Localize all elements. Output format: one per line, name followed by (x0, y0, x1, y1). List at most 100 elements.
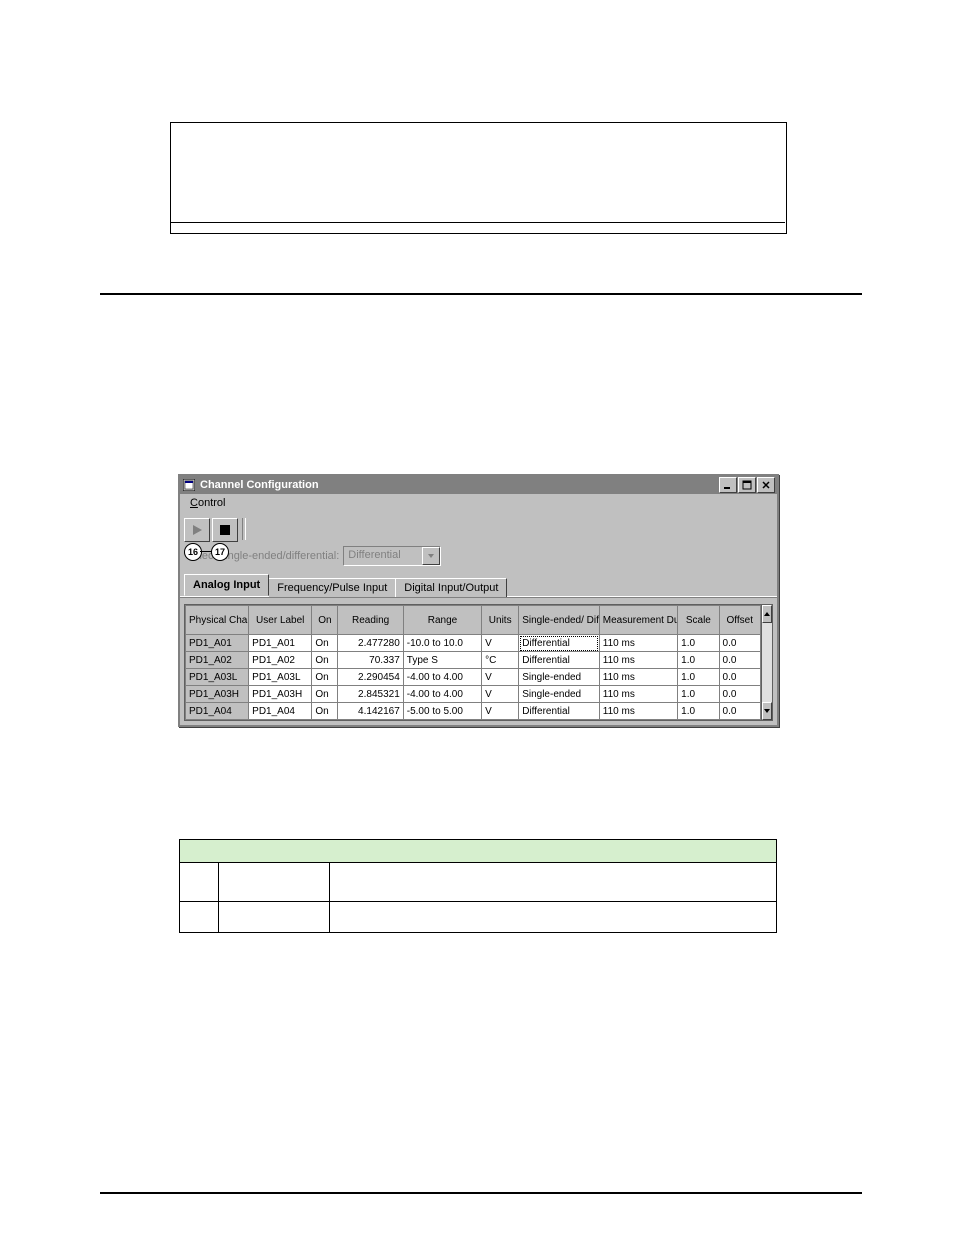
cell-reading[interactable]: 2.290454 (338, 669, 403, 686)
col-reading[interactable]: Reading (338, 606, 403, 635)
cell-single-diff[interactable]: Differential (519, 703, 600, 720)
col-offset[interactable]: Offset (719, 606, 760, 635)
chevron-down-icon (763, 707, 771, 715)
cell-physical-channel[interactable]: PD1_A02 (186, 652, 249, 669)
cell-physical-channel[interactable]: PD1_A04 (186, 703, 249, 720)
col-single-diff[interactable]: Single-ended/ Differential (519, 606, 600, 635)
col-scale[interactable]: Scale (678, 606, 719, 635)
titlebar[interactable]: Channel Configuration (180, 476, 777, 494)
select-single-diff-combo[interactable]: Differential (343, 546, 441, 566)
cell-on[interactable]: On (312, 686, 338, 703)
cell-on[interactable]: On (312, 703, 338, 720)
col-user-label[interactable]: User Label (249, 606, 312, 635)
cell-reading[interactable]: 70.337 (338, 652, 403, 669)
cell-range[interactable]: -10.0 to 10.0 (403, 635, 481, 652)
callout-16: 16 (184, 543, 202, 561)
cell-scale[interactable]: 1.0 (678, 635, 719, 652)
play-button[interactable] (184, 518, 210, 542)
cell-scale[interactable]: 1.0 (678, 669, 719, 686)
cell-scale[interactable]: 1.0 (678, 686, 719, 703)
cell-reading[interactable]: 2.477280 (338, 635, 403, 652)
cell-scale[interactable]: 1.0 (678, 703, 719, 720)
cell-meas-duration[interactable]: 110 ms (599, 635, 677, 652)
cell-on[interactable]: On (312, 652, 338, 669)
cell-reading[interactable]: 4.142167 (338, 703, 403, 720)
menubar: Control (180, 494, 777, 514)
grid-header-row: Physical Channel User Label On Reading R… (186, 606, 761, 635)
toolbar-separator (242, 518, 246, 540)
doc-hline-2 (100, 1192, 862, 1194)
table-row[interactable]: PD1_A04PD1_A04On4.142167-5.00 to 5.00VDi… (186, 703, 761, 720)
cell-range[interactable]: -5.00 to 5.00 (403, 703, 481, 720)
channel-grid[interactable]: Physical Channel User Label On Reading R… (184, 604, 762, 721)
cell-single-diff[interactable]: Single-ended (519, 669, 600, 686)
cell-meas-duration[interactable]: 110 ms (599, 703, 677, 720)
scroll-up-button[interactable] (762, 605, 772, 623)
cell-physical-channel[interactable]: PD1_A03H (186, 686, 249, 703)
stop-button[interactable] (212, 518, 238, 542)
maximize-button[interactable] (738, 477, 756, 493)
cell-user-label[interactable]: PD1_A01 (249, 635, 312, 652)
cell-offset[interactable]: 0.0 (719, 669, 760, 686)
col-range[interactable]: Range (403, 606, 481, 635)
cell-units[interactable]: V (482, 669, 519, 686)
cell-reading[interactable]: 2.845321 (338, 686, 403, 703)
cell-single-diff[interactable]: Differential (519, 652, 600, 669)
cell-offset[interactable]: 0.0 (719, 686, 760, 703)
cell-range[interactable]: -4.00 to 4.00 (403, 686, 481, 703)
grid-scrollbar[interactable] (762, 604, 773, 721)
cell-offset[interactable]: 0.0 (719, 652, 760, 669)
cell-user-label[interactable]: PD1_A03L (249, 669, 312, 686)
menu-control[interactable]: Control (186, 496, 229, 510)
cell-on[interactable]: On (312, 669, 338, 686)
cell-units[interactable]: V (482, 703, 519, 720)
table-row[interactable]: PD1_A02PD1_A02On70.337Type S°CDifferenti… (186, 652, 761, 669)
cell-meas-duration[interactable]: 110 ms (599, 652, 677, 669)
cell-scale[interactable]: 1.0 (678, 652, 719, 669)
tab-frequency-pulse-input[interactable]: Frequency/Pulse Input (268, 578, 396, 597)
doc-table-outline (179, 839, 777, 933)
select-single-diff-value: Differential (344, 547, 422, 565)
cell-user-label[interactable]: PD1_A02 (249, 652, 312, 669)
cell-single-diff[interactable]: Single-ended (519, 686, 600, 703)
scroll-down-button[interactable] (762, 702, 772, 720)
tab-analog-input[interactable]: Analog Input (184, 574, 269, 596)
col-on[interactable]: On (312, 606, 338, 635)
table-row[interactable]: PD1_A03LPD1_A03LOn2.290454-4.00 to 4.00V… (186, 669, 761, 686)
cell-user-label[interactable]: PD1_A04 (249, 703, 312, 720)
cell-range[interactable]: -4.00 to 4.00 (403, 669, 481, 686)
scroll-track[interactable] (762, 623, 772, 702)
system-menu-icon[interactable] (182, 478, 196, 492)
tabpage-analog-input: Physical Channel User Label On Reading R… (180, 597, 777, 725)
table-row[interactable]: PD1_A03HPD1_A03HOn2.845321-4.00 to 4.00V… (186, 686, 761, 703)
close-button[interactable] (757, 477, 775, 493)
cell-on[interactable]: On (312, 635, 338, 652)
chevron-down-icon (422, 547, 440, 565)
toolbar: 16 17 (180, 514, 777, 544)
tab-digital-io[interactable]: Digital Input/Output (395, 578, 507, 597)
cell-units[interactable]: V (482, 635, 519, 652)
col-physical-channel[interactable]: Physical Channel (186, 606, 249, 635)
col-meas-dur[interactable]: Measurement Duration (599, 606, 677, 635)
cell-units[interactable]: °C (482, 652, 519, 669)
cell-offset[interactable]: 0.0 (719, 635, 760, 652)
cell-units[interactable]: V (482, 686, 519, 703)
channel-configuration-window: Channel Configuration Control 16 1 (178, 474, 779, 727)
cell-range[interactable]: Type S (403, 652, 481, 669)
col-units[interactable]: Units (482, 606, 519, 635)
doc-hline-1 (100, 293, 862, 295)
cell-offset[interactable]: 0.0 (719, 703, 760, 720)
table-row[interactable]: PD1_A01PD1_A01On2.477280-10.0 to 10.0VDi… (186, 635, 761, 652)
doc-frame-divider (170, 222, 785, 223)
chevron-up-icon (763, 610, 771, 618)
cell-meas-duration[interactable]: 110 ms (599, 686, 677, 703)
doc-frame-top (170, 122, 787, 234)
select-single-diff-row: Select single-ended/differential: Differ… (180, 544, 777, 572)
cell-meas-duration[interactable]: 110 ms (599, 669, 677, 686)
cell-user-label[interactable]: PD1_A03H (249, 686, 312, 703)
play-icon (190, 523, 204, 537)
cell-single-diff[interactable]: Differential (519, 635, 600, 652)
cell-physical-channel[interactable]: PD1_A03L (186, 669, 249, 686)
cell-physical-channel[interactable]: PD1_A01 (186, 635, 249, 652)
minimize-button[interactable] (719, 477, 737, 493)
